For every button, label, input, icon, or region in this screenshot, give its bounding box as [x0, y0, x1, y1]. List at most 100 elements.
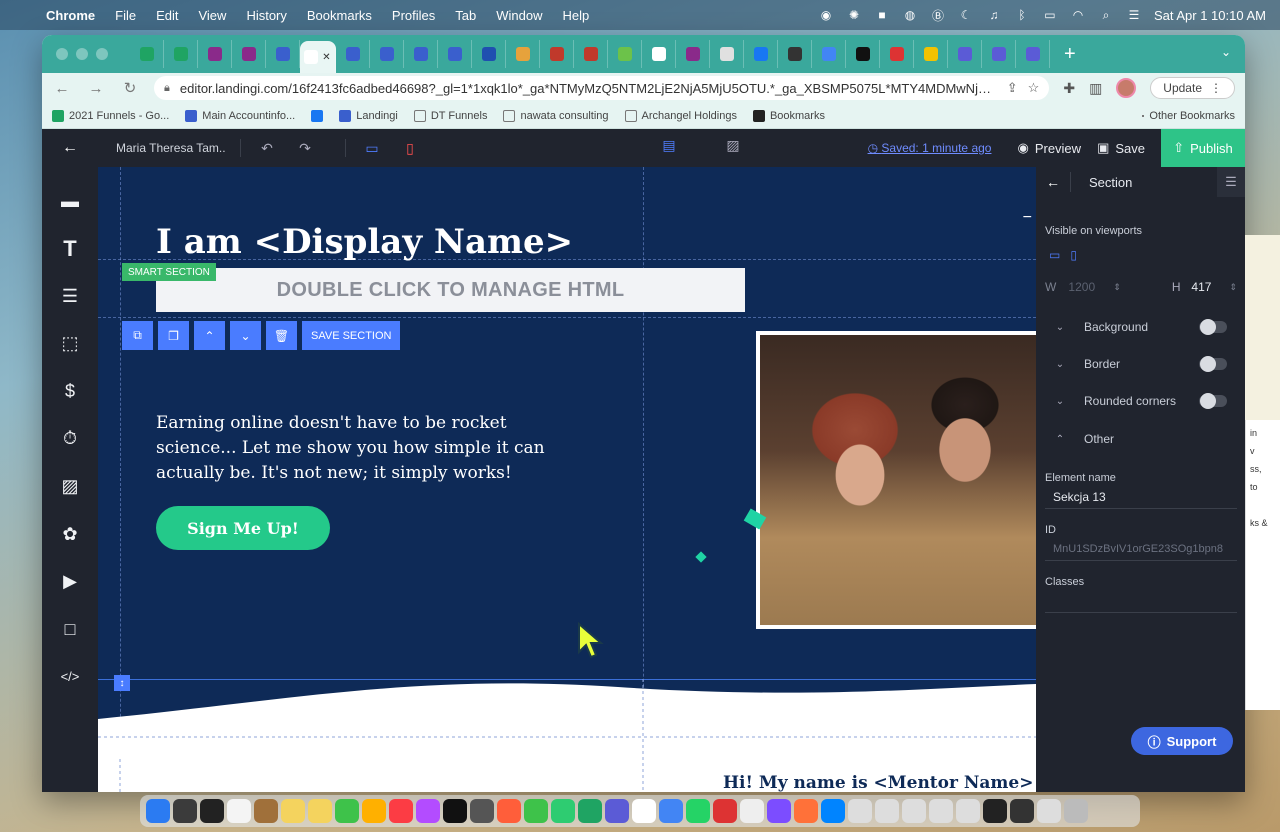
dock-app-icon[interactable] [308, 799, 332, 823]
dock-app-icon[interactable] [470, 799, 494, 823]
dock-app-icon[interactable] [146, 799, 170, 823]
icon-widget-icon[interactable]: ✿ [50, 514, 90, 554]
dock-app-icon[interactable] [578, 799, 602, 823]
html-widget-icon[interactable]: </> [50, 657, 90, 697]
control-center-icon[interactable]: ☰ [1126, 7, 1142, 23]
confetti-shape[interactable] [695, 551, 707, 563]
page-canvas[interactable]: − I am <Display Name> DOUBLE CLICK TO MA… [98, 167, 1036, 792]
dock-app-icon[interactable] [767, 799, 791, 823]
other-section[interactable]: ⌃ Other [1036, 429, 1245, 449]
dock-app-icon[interactable] [335, 799, 359, 823]
browser-tab[interactable] [540, 40, 574, 68]
next-section-heading[interactable]: Hi! My name is <Mentor Name> and I... [723, 773, 1036, 792]
dock-app-icon[interactable] [551, 799, 575, 823]
save-section-button[interactable]: SAVE SECTION [302, 321, 401, 350]
menu-view[interactable]: View [198, 8, 226, 23]
forward-arrow-icon[interactable]: → [86, 80, 106, 97]
bookmark-item[interactable]: DT Funnels [413, 109, 487, 122]
bookmark-item[interactable]: Archangel Holdings [624, 109, 737, 122]
image-widget-icon[interactable]: ▨ [50, 467, 90, 507]
lock-icon[interactable]: 🔒︎ [164, 82, 170, 95]
browser-tab[interactable] [812, 40, 846, 68]
dock-app-icon[interactable] [740, 799, 764, 823]
copy-section-icon[interactable]: ❐ [158, 321, 189, 350]
element-name-input[interactable]: Sekcja 13 [1045, 485, 1237, 509]
bluetooth-icon[interactable]: ᛒ [1014, 7, 1030, 23]
dock-app-icon[interactable] [659, 799, 683, 823]
menu-app-name[interactable]: Chrome [46, 8, 95, 23]
border-toggle[interactable] [1199, 356, 1227, 372]
browser-tab[interactable] [642, 40, 676, 68]
menu-profiles[interactable]: Profiles [392, 8, 435, 23]
dock-app-icon[interactable] [1037, 799, 1061, 823]
extensions-puzzle-icon[interactable]: ✚ [1063, 80, 1075, 97]
browser-tab[interactable] [130, 40, 164, 68]
dock-app-icon[interactable] [605, 799, 629, 823]
browser-tab[interactable] [914, 40, 948, 68]
dock-app-icon[interactable] [173, 799, 197, 823]
bookmark-item[interactable]: Main Accountinfo... [185, 109, 295, 122]
id-value[interactable]: MnU1SDzBvIV1orGE23SOg1bpn8 [1045, 537, 1237, 561]
search-icon[interactable]: ⌕ [1098, 7, 1114, 23]
zoom-window-button[interactable] [96, 48, 108, 60]
support-button[interactable]: ⓘ Support [1131, 727, 1233, 755]
browser-tab[interactable] [198, 40, 232, 68]
background-toggle[interactable] [1199, 319, 1227, 335]
duplicate-section-icon[interactable]: ⧉ [122, 321, 153, 350]
height-input[interactable]: 417 [1191, 280, 1211, 294]
section-resize-handle[interactable]: ↕ [114, 675, 130, 691]
dock-app-icon[interactable] [1010, 799, 1034, 823]
screen-record-icon[interactable]: ◍ [902, 7, 918, 23]
mobile-view-icon[interactable]: ▯ [398, 140, 422, 157]
menu-bookmarks[interactable]: Bookmarks [307, 8, 372, 23]
dock-app-icon[interactable] [227, 799, 251, 823]
menu-tab[interactable]: Tab [455, 8, 476, 23]
dock-app-icon[interactable] [848, 799, 872, 823]
dock-app-icon[interactable] [524, 799, 548, 823]
menu-help[interactable]: Help [563, 8, 590, 23]
dock-app-icon[interactable] [389, 799, 413, 823]
dock-app-icon[interactable] [983, 799, 1007, 823]
sections-icon[interactable]: ▤ [657, 137, 681, 154]
browser-tab[interactable] [336, 40, 370, 68]
undo-icon[interactable]: ↶ [255, 140, 279, 157]
dock-app-icon[interactable] [713, 799, 737, 823]
dock-app-icon[interactable] [1064, 799, 1088, 823]
menu-edit[interactable]: Edit [156, 8, 178, 23]
height-stepper-icon[interactable]: ⇕ [1229, 282, 1237, 293]
save-button[interactable]: ▣ Save [1097, 140, 1145, 156]
dock-app-icon[interactable] [929, 799, 953, 823]
width-input[interactable]: 1200 [1068, 280, 1113, 294]
browser-tab[interactable] [846, 40, 880, 68]
bookmark-item[interactable]: nawata consulting [503, 109, 609, 122]
browser-tab[interactable] [232, 40, 266, 68]
dock-app-icon[interactable] [443, 799, 467, 823]
dock-app-icon[interactable] [497, 799, 521, 823]
browser-tab[interactable] [438, 40, 472, 68]
close-tab-icon[interactable]: ✕ [322, 52, 330, 63]
gear-tray-icon[interactable]: ✺ [846, 7, 862, 23]
kebab-menu-icon[interactable]: ⋮ [1210, 81, 1222, 95]
browser-tab[interactable] [778, 40, 812, 68]
app-tray-icon[interactable]: ■ [874, 7, 890, 23]
sidepanel-icon[interactable]: ▥ [1089, 80, 1102, 97]
share-icon[interactable]: ⇪ [1007, 80, 1018, 96]
move-up-icon[interactable]: ⌃ [194, 321, 225, 350]
browser-tab[interactable] [404, 40, 438, 68]
tab-search-chevron-icon[interactable]: ⌄ [1221, 45, 1231, 59]
clock[interactable]: Sat Apr 1 10:10 AM [1154, 8, 1266, 23]
browser-tab[interactable] [948, 40, 982, 68]
video-widget-icon[interactable]: ▶ [50, 562, 90, 602]
bookmark-item[interactable]: Landingi [339, 109, 398, 122]
browser-tab[interactable] [574, 40, 608, 68]
box-widget-icon[interactable]: □ [50, 609, 90, 649]
desktop-view-icon[interactable]: ▭ [360, 140, 384, 157]
dock-app-icon[interactable] [875, 799, 899, 823]
dock-app-icon[interactable] [956, 799, 980, 823]
panel-back-arrow-icon[interactable]: ← [1036, 174, 1070, 190]
bitwarden-icon[interactable]: Ⓑ [930, 7, 946, 23]
saved-status-link[interactable]: ◷ Saved: 1 minute ago [868, 141, 992, 155]
menu-window[interactable]: Window [496, 8, 542, 23]
back-arrow-icon[interactable]: ← [52, 80, 72, 97]
browser-tab[interactable] [744, 40, 778, 68]
